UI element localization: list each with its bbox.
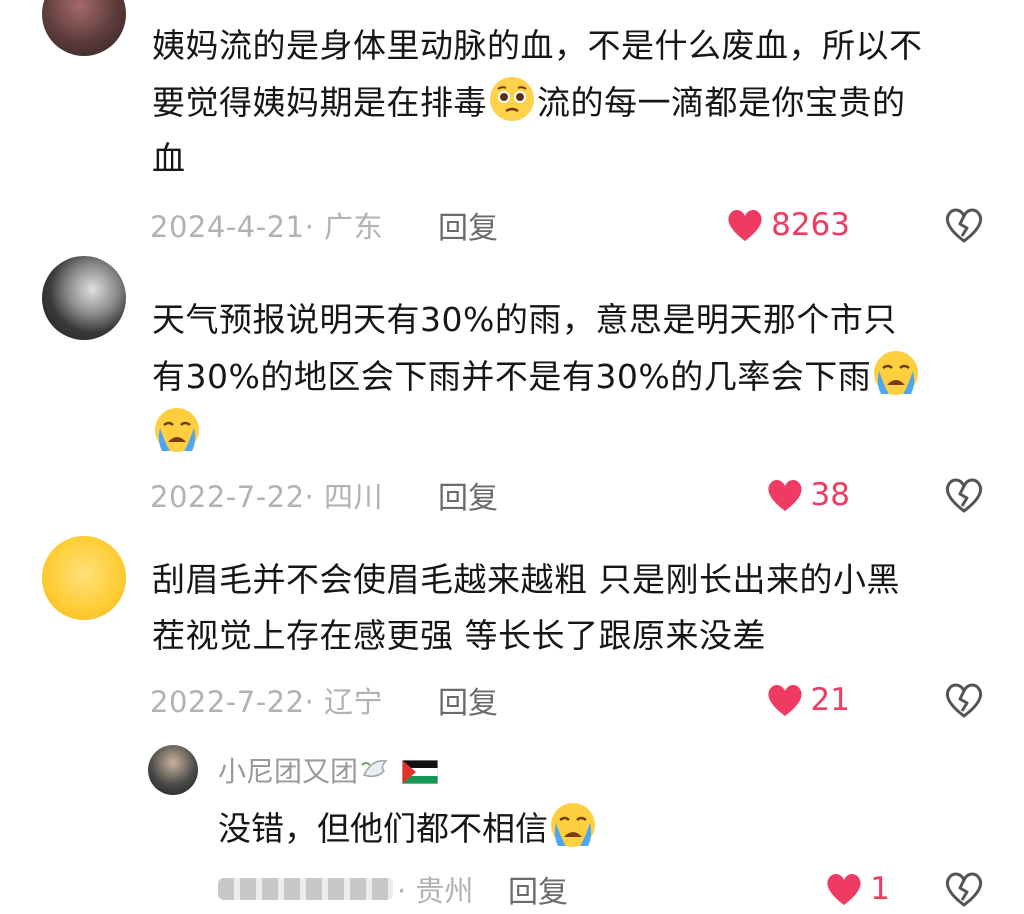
reply-username-row: 小尼团又团 <box>218 750 439 790</box>
pleading-face-emoji <box>487 74 537 124</box>
reply-button[interactable]: 回复 <box>438 203 498 247</box>
like-button[interactable]: 38 <box>765 470 850 520</box>
palestine-flag-emoji <box>401 758 439 785</box>
comment-text: 姨妈流的是身体里动脉的血，不是什么废血，所以不 要觉得姨妈期是在排毒 流的每一滴都… <box>152 26 923 178</box>
avatar[interactable] <box>148 745 198 795</box>
broken-heart-icon[interactable] <box>944 680 984 720</box>
blurred-time <box>218 878 393 900</box>
like-button[interactable]: 1 <box>824 864 890 914</box>
time-location: 2022-7-22· 四川 <box>150 480 384 514</box>
like-count: 38 <box>810 477 850 513</box>
reply-text: 没错，但他们都不相信 <box>218 809 548 848</box>
crying-face-emoji <box>548 800 598 850</box>
heart-icon <box>725 205 765 245</box>
comment-text: 天气预报说明天有30%的雨，意思是明天那个市只 有30%的地区会下雨并不是有30… <box>152 292 992 462</box>
heart-icon <box>765 680 805 720</box>
like-count: 21 <box>810 682 850 718</box>
time-location: 2022-7-22· 辽宁 <box>150 685 384 719</box>
avatar[interactable] <box>42 0 126 56</box>
reply-text-row: 没错，但他们都不相信 <box>218 800 598 857</box>
dove-emoji <box>360 755 394 785</box>
broken-heart-icon[interactable] <box>944 869 984 909</box>
reply-meta: · 贵州 回复 1 <box>218 864 990 914</box>
comment-meta: 2022-7-22· 辽宁 回复 21 <box>150 675 990 725</box>
broken-heart-icon[interactable] <box>944 475 984 515</box>
like-count: 8263 <box>771 207 850 243</box>
crying-face-emoji <box>871 348 921 398</box>
broken-heart-icon[interactable] <box>944 205 984 245</box>
heart-icon <box>765 475 805 515</box>
crying-face-emoji <box>152 405 202 455</box>
username[interactable]: 小尼团又团 <box>218 750 358 790</box>
time-location: 2024-4-21· 广东 <box>150 210 384 244</box>
comment-meta: 2024-4-21· 广东 回复 8263 <box>150 200 990 250</box>
location: · 贵州 <box>397 874 474 908</box>
reply-button[interactable]: 回复 <box>438 678 498 722</box>
comment-text: 刮眉毛并不会使眉毛越来越粗 只是刚长出来的小黑 茬视觉上存在感更强 等长长了跟原… <box>152 560 900 655</box>
like-button[interactable]: 8263 <box>725 200 850 250</box>
like-count: 1 <box>870 871 890 907</box>
reply-button[interactable]: 回复 <box>508 867 568 911</box>
reply-button[interactable]: 回复 <box>438 473 498 517</box>
avatar[interactable] <box>42 256 126 340</box>
comment-meta: 2022-7-22· 四川 回复 38 <box>150 470 990 520</box>
like-button[interactable]: 21 <box>765 675 850 725</box>
avatar[interactable] <box>42 536 126 620</box>
heart-icon <box>824 869 864 909</box>
